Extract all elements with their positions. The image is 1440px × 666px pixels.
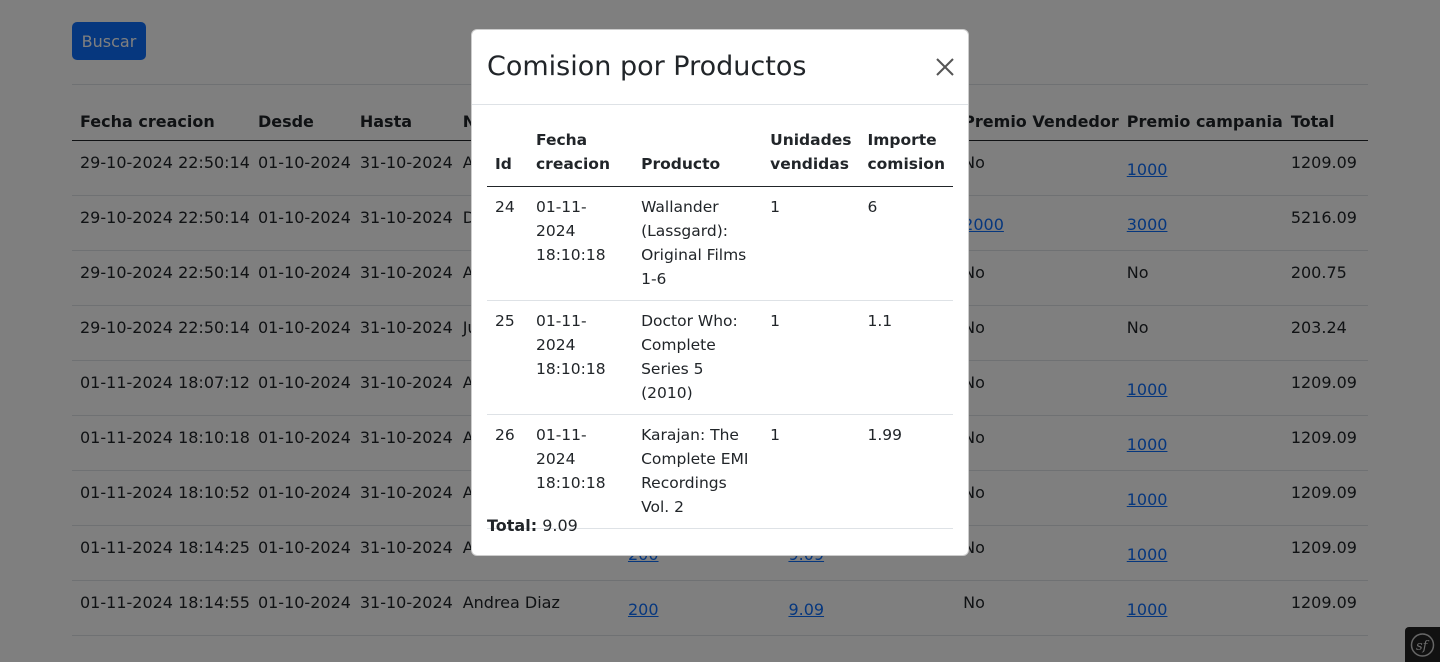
modal-title: Comision por Productos — [487, 51, 807, 82]
product-cell-producto: Wallander (Lassgard): Original Films 1-6 — [633, 186, 763, 301]
products-header-fecha: Fecha creacion — [527, 120, 634, 187]
products-table: Id Fecha creacion Producto Unidades vend… — [487, 120, 953, 529]
product-row: 24 01-11-2024 18:10:18 Wallander (Lassgard… — [487, 186, 953, 301]
modal-total: Total: 9.09 — [487, 516, 578, 535]
product-row: 25 01-11-2024 18:10:18 Doctor Who: Complet… — [487, 300, 953, 415]
product-cell-unidades: 1 — [762, 300, 860, 415]
product-cell-id: 26 — [487, 414, 528, 529]
product-cell-producto: Karajan: The Complete EMI Recordings Vol… — [633, 414, 763, 529]
modal-header: Comision por Productos — [472, 30, 968, 105]
total-label: Total: — [487, 516, 538, 535]
product-cell-unidades: 1 — [762, 414, 860, 529]
total-value: 9.09 — [542, 516, 578, 535]
products-header-producto: Producto — [633, 120, 763, 187]
close-icon — [936, 58, 954, 76]
product-cell-importe: 1.1 — [859, 300, 953, 415]
product-cell-id: 24 — [487, 186, 528, 301]
product-row: 26 01-11-2024 18:10:18 Karajan: The Comple… — [487, 414, 953, 529]
product-cell-fecha: 01-11-2024 18:10:18 — [527, 186, 634, 301]
product-cell-importe: 6 — [859, 186, 953, 301]
close-button[interactable] — [932, 54, 958, 80]
products-header-row: Id Fecha creacion Producto Unidades vend… — [487, 120, 953, 187]
product-cell-fecha: 01-11-2024 18:10:18 — [527, 414, 634, 529]
product-cell-importe: 1.99 — [859, 414, 953, 529]
product-cell-fecha: 01-11-2024 18:10:18 — [527, 300, 634, 415]
product-cell-producto: Doctor Who: Complete Series 5 (2010) — [633, 300, 763, 415]
product-cell-id: 25 — [487, 300, 528, 415]
product-cell-unidades: 1 — [762, 186, 860, 301]
commission-products-modal: Comision por Productos Id Fecha creacion… — [471, 29, 969, 556]
products-header-importe: Importe comision — [859, 120, 953, 187]
products-header-unidades: Unidades vendidas — [762, 120, 860, 187]
products-header-id: Id — [487, 120, 528, 187]
products-body: 24 01-11-2024 18:10:18 Wallander (Lassgard… — [487, 186, 953, 529]
